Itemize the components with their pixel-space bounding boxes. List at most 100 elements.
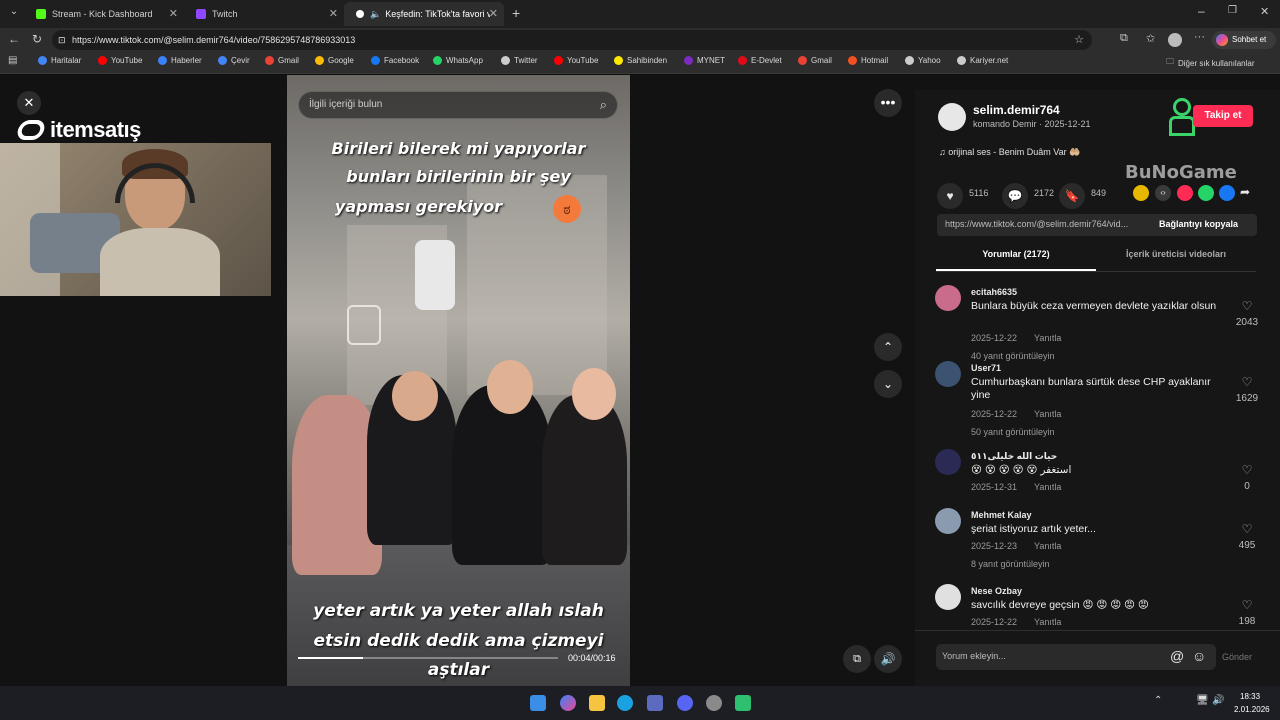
close-icon[interactable]: ✕ — [489, 7, 498, 20]
app-icon[interactable] — [706, 695, 722, 711]
emoji-icon[interactable]: ☺ — [1192, 648, 1206, 664]
comment-avatar[interactable] — [935, 508, 961, 534]
url-field[interactable]: ⊡ https://www.tiktok.com/@selim.demir764… — [52, 30, 1092, 50]
reply-button[interactable]: Yanıtla — [1034, 541, 1061, 551]
follow-button[interactable]: Takip et — [1193, 105, 1253, 127]
bookmark-item[interactable]: Çevir — [218, 56, 250, 65]
close-window-button[interactable]: ✕ — [1260, 5, 1269, 18]
author-avatar[interactable] — [938, 103, 966, 131]
bookmark-item[interactable]: Haritalar — [38, 56, 81, 65]
reply-button[interactable]: Yanıtla — [1034, 333, 1061, 343]
copy-link-button[interactable]: Bağlantıyı kopyala — [1159, 219, 1238, 229]
tray-chevron-icon[interactable]: ⌃ — [1154, 695, 1162, 706]
comment-username[interactable]: User71 — [971, 363, 1001, 373]
heart-icon[interactable]: ♡ — [1227, 598, 1267, 612]
close-video-button[interactable]: ✕ — [17, 91, 41, 115]
search-icon[interactable]: ⌕ — [600, 92, 607, 118]
back-icon[interactable]: ← — [8, 32, 20, 46]
bookmark-item[interactable]: Hotmail — [848, 56, 888, 65]
bookmark-item[interactable]: Google — [315, 56, 354, 65]
comment-button[interactable]: 💬 — [1002, 183, 1028, 209]
restore-button[interactable]: ❐ — [1228, 5, 1237, 16]
comment-username[interactable]: ecitah6635 — [971, 287, 1017, 297]
progress-track[interactable] — [298, 657, 558, 659]
comment-input[interactable]: Yorum ekleyin... @ ☺ — [936, 644, 1216, 670]
share-embed-icon[interactable] — [1133, 185, 1149, 201]
share-send-icon[interactable] — [1177, 185, 1193, 201]
reply-button[interactable]: Yanıtla — [1034, 617, 1061, 627]
share-facebook-icon[interactable] — [1219, 185, 1235, 201]
bookmark-item[interactable]: Gmail — [798, 56, 832, 65]
bookmark-item[interactable]: Sahibinden — [614, 56, 667, 65]
bookmark-item[interactable]: YouTube — [554, 56, 598, 65]
store-icon[interactable] — [647, 695, 663, 711]
bookmark-item[interactable]: E-Devlet — [738, 56, 782, 65]
network-icon[interactable]: 🖥 — [1196, 695, 1209, 706]
tab-tiktok[interactable]: 🔈 Keşfedin: TikTok'ta favori vide ✕ — [344, 2, 504, 26]
heart-icon[interactable]: ♡ — [1227, 463, 1267, 477]
view-replies-button[interactable]: 50 yanıt görüntüleyin — [971, 427, 1055, 437]
minimize-button[interactable]: – — [1198, 4, 1205, 18]
bookmark-item[interactable]: YouTube — [98, 56, 142, 65]
video-player[interactable]: Birileri bilerek mi yapıyorlar bunları b… — [287, 75, 630, 686]
tab-kick[interactable]: Stream - Kick Dashboard ✕ — [24, 2, 184, 26]
more-options-button[interactable]: ••• — [874, 89, 902, 117]
author-handle[interactable]: selim.demir764 — [973, 103, 1060, 117]
reply-button[interactable]: Yanıtla — [1034, 482, 1061, 492]
tab-twitch[interactable]: Twitch ✕ — [184, 2, 344, 26]
volume-button[interactable]: 🔊 — [874, 645, 902, 673]
comment-avatar[interactable] — [935, 449, 961, 475]
heart-icon[interactable]: ♡ — [1227, 375, 1267, 389]
clock-time[interactable]: 18:33 — [1240, 692, 1260, 701]
bookmark-item[interactable]: MYNET — [684, 56, 725, 65]
new-tab-button[interactable]: + — [512, 5, 520, 21]
obs-icon[interactable] — [735, 695, 751, 711]
close-icon[interactable]: ✕ — [169, 7, 178, 20]
copilot-chat-button[interactable]: Sohbet et — [1212, 31, 1276, 49]
like-button[interactable]: ♥ — [937, 183, 963, 209]
send-button[interactable]: Gönder — [1222, 652, 1252, 662]
comment-username[interactable]: حيات الله خليلى٥١١ — [971, 451, 1057, 462]
tab-comments[interactable]: Yorumlar (2172) — [936, 249, 1096, 259]
share-code-icon[interactable]: ‹› — [1155, 185, 1171, 201]
tab-list-chevron-icon[interactable]: ⌄ — [6, 6, 22, 22]
bookmark-item[interactable]: Haberler — [158, 56, 202, 65]
windows-start-icon[interactable] — [530, 695, 546, 711]
pip-button[interactable]: ⧉ — [843, 645, 871, 673]
volume-tray-icon[interactable]: 🔊 — [1212, 695, 1224, 706]
comment-avatar[interactable] — [935, 584, 961, 610]
bookmark-other-folder[interactable]: 🗀 Diğer sık kullanılanlar — [1166, 56, 1254, 70]
file-explorer-icon[interactable] — [589, 695, 605, 711]
save-button[interactable]: 🔖 — [1059, 183, 1085, 209]
bookmark-item[interactable]: Gmail — [265, 56, 299, 65]
copilot-taskbar-icon[interactable] — [560, 695, 576, 711]
discord-icon[interactable] — [677, 695, 693, 711]
reply-button[interactable]: Yanıtla — [1034, 409, 1061, 419]
view-replies-button[interactable]: 40 yanıt görüntüleyin — [971, 351, 1055, 361]
reading-list-icon[interactable]: ▤ — [8, 55, 17, 66]
bookmark-item[interactable]: Kariyer.net — [957, 56, 1008, 65]
view-replies-button[interactable]: 8 yanıt görüntüleyin — [971, 559, 1050, 569]
close-icon[interactable]: ✕ — [329, 7, 338, 20]
bookmark-item[interactable]: Twitter — [501, 56, 538, 65]
bookmark-item[interactable]: WhatsApp — [433, 56, 483, 65]
heart-icon[interactable]: ♡ — [1227, 522, 1267, 536]
comment-username[interactable]: Mehmet Kalay — [971, 510, 1032, 520]
comment-username[interactable]: Nese Ozbay — [971, 586, 1022, 596]
search-input[interactable]: İlgili içeriği bulun ⌕ — [298, 91, 618, 119]
extensions-icon[interactable]: ⧉ — [1120, 32, 1128, 45]
bookmark-item[interactable]: Yahoo — [905, 56, 941, 65]
reload-icon[interactable]: ↻ — [32, 32, 42, 46]
sound-row[interactable]: ♫ orijinal ses - Benim Duâm Var 🤲🏼 — [939, 147, 1080, 158]
clock-date[interactable]: 2.01.2026 — [1234, 705, 1270, 714]
comment-avatar[interactable] — [935, 361, 961, 387]
favorites-icon[interactable]: ✩ — [1146, 32, 1155, 45]
next-video-button[interactable]: ⌄ — [874, 370, 902, 398]
share-arrow-icon[interactable]: ➦ — [1240, 185, 1250, 199]
star-icon[interactable]: ☆ — [1074, 30, 1084, 50]
tab-creator-videos[interactable]: İçerik üreticisi videoları — [1096, 249, 1256, 259]
bookmark-item[interactable]: Facebook — [371, 56, 419, 65]
profile-avatar[interactable] — [1168, 33, 1182, 47]
heart-icon[interactable]: ♡ — [1227, 299, 1267, 313]
comment-avatar[interactable] — [935, 285, 961, 311]
